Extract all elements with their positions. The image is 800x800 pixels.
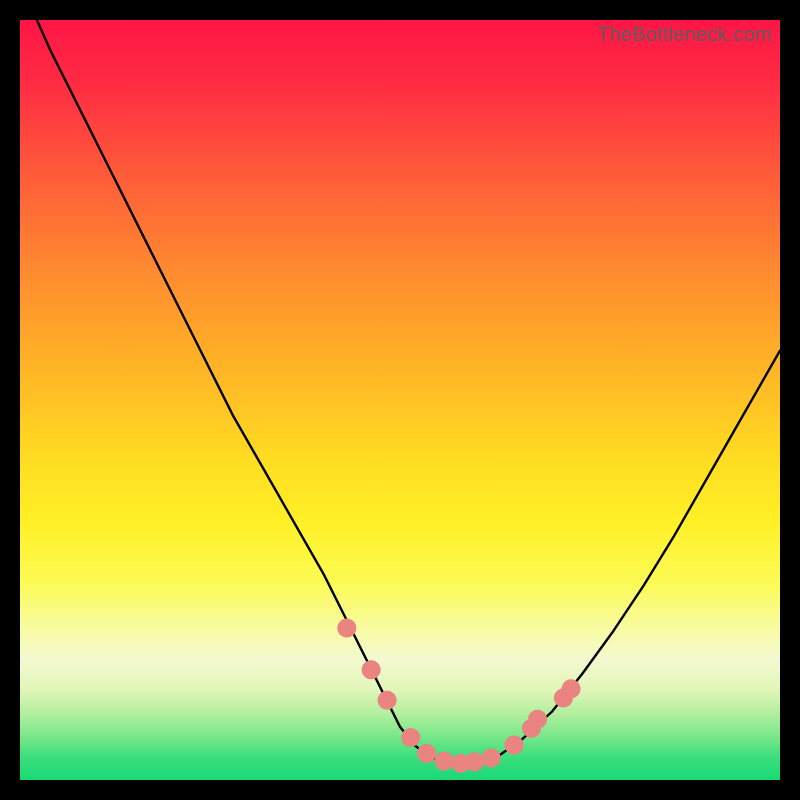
curve-marker [362,661,380,679]
curve-marker [482,749,500,767]
curve-marker [465,753,483,771]
chart-svg [20,20,780,780]
curve-marker [418,744,436,762]
curve-marker [435,752,453,770]
chart-frame: TheBottleneck.com [0,0,800,800]
plot-area: TheBottleneck.com [20,20,780,780]
curve-marker [529,710,547,728]
curve-marker [402,728,420,746]
curve-marker [338,619,356,637]
bottleneck-curve [20,20,780,763]
curve-markers [338,619,580,772]
curve-marker [378,691,396,709]
curve-marker [505,736,523,754]
curve-marker [562,680,580,698]
